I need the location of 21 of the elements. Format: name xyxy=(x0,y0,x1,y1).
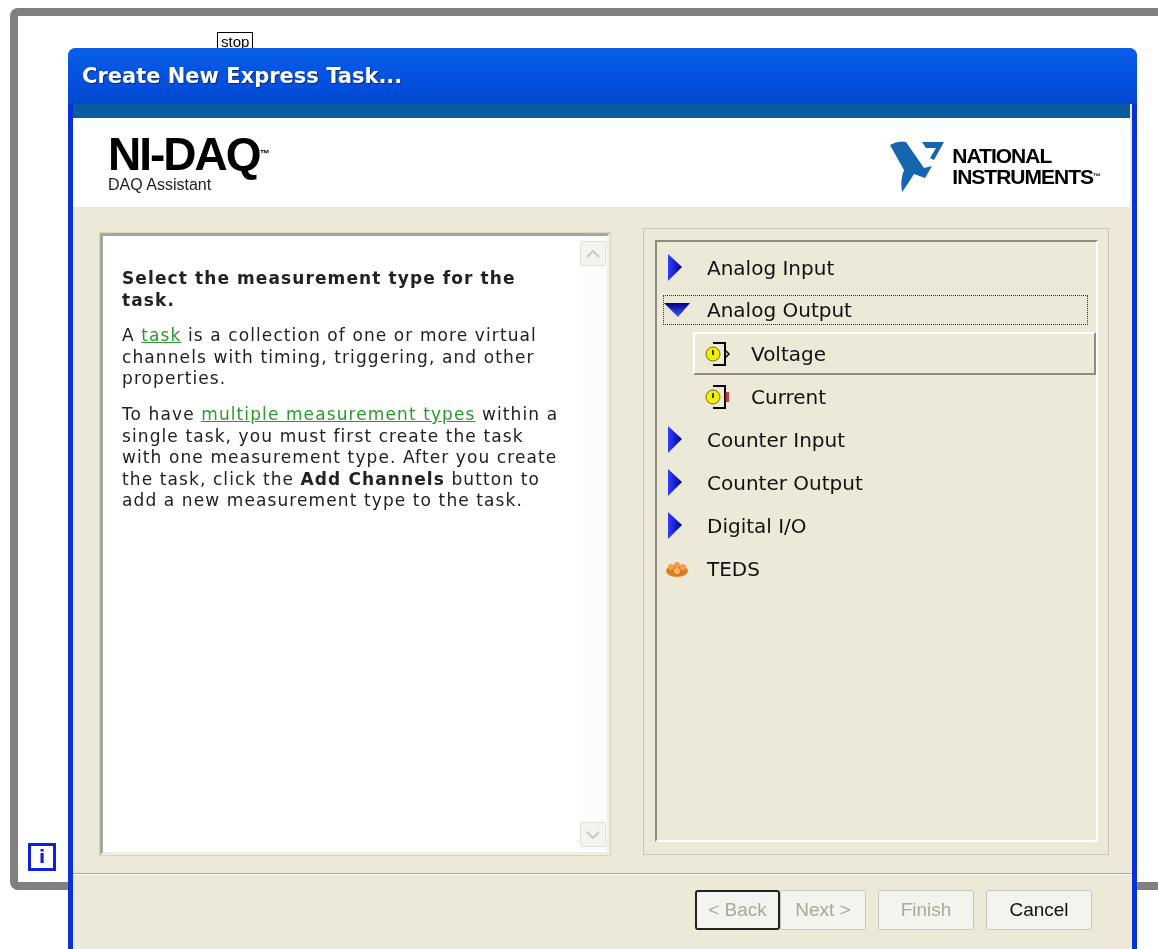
tree-item[interactable]: TEDS xyxy=(663,547,1088,590)
channel-icon xyxy=(705,340,733,367)
help-link[interactable]: multiple measurement types xyxy=(201,403,476,424)
tree-item[interactable]: Voltage xyxy=(693,332,1096,375)
brand-name: NATIONAL INSTRUMENTS$^{™}$ xyxy=(952,144,1100,187)
product-subtitle: DAQ Assistant xyxy=(108,175,212,194)
tree-item[interactable]: Current xyxy=(693,375,1096,418)
help-paragraph: A task is a collection of one or more virtual channels with timing, triggering, and other properties. xyxy=(122,325,538,390)
help-paragraph: To have multiple measurement types within a single task, you must first create the task with one measurement type. After you create the task, click the Add Channels button to add a new measurement type to the task. xyxy=(122,403,560,512)
tree-item[interactable]: Digital I/O xyxy=(663,504,1088,547)
chevron-up-icon xyxy=(586,249,600,258)
tree-item[interactable]: Analog Output xyxy=(663,295,1088,325)
window-title: Create New Express Task... xyxy=(82,64,403,88)
tree-item[interactable]: Analog Input xyxy=(663,246,1088,289)
wizard-button[interactable]: Cancel xyxy=(986,890,1092,930)
tree-item[interactable]: Counter Input xyxy=(663,418,1088,461)
tree-item[interactable]: Counter Output xyxy=(663,461,1088,504)
iteration-terminal: i xyxy=(28,843,56,871)
help-link[interactable]: task xyxy=(141,325,182,346)
chevron-down-icon xyxy=(586,830,600,839)
help-heading: Select the measurement type for the task. xyxy=(122,268,517,312)
